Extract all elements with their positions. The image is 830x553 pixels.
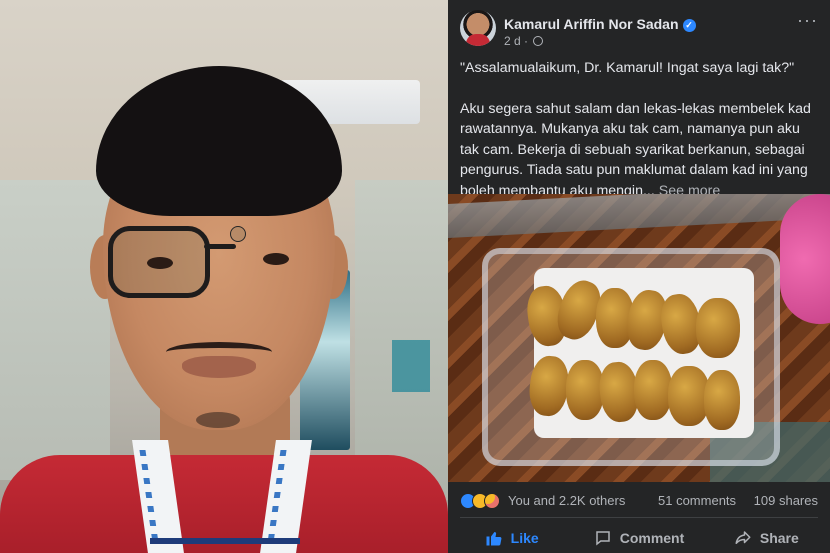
share-label: Share [759, 529, 799, 546]
post-paragraph-text: Aku segera sahut salam dan lekas-lekas m… [460, 100, 811, 199]
avatar[interactable] [460, 10, 496, 46]
post-panel: Kamarul Ariffin Nor Sadan ✓ 2 d · ··· "As… [448, 0, 830, 553]
care-reaction-icon [484, 493, 500, 509]
lanyard-strip [150, 538, 300, 544]
image-plate [780, 194, 830, 324]
background-sign [392, 340, 430, 392]
profile-photo[interactable] [0, 0, 448, 553]
post-stats: You and 2.2K others 51 comments 109 shar… [460, 492, 818, 512]
verified-badge-icon: ✓ [682, 19, 696, 32]
share-icon [735, 530, 751, 544]
action-bar: Like Comment Share [448, 522, 830, 553]
background-wall [0, 180, 110, 480]
shares-count[interactable]: 109 shares [754, 493, 818, 508]
reaction-icons[interactable] [460, 493, 500, 509]
person-glasses [108, 226, 332, 298]
author-name-row: Kamarul Ariffin Nor Sadan ✓ [504, 16, 696, 32]
reactions-count[interactable]: You and 2.2K others [508, 493, 625, 508]
image-cloth [448, 194, 830, 239]
post-paragraph: Aku segera sahut salam dan lekas-lekas m… [460, 99, 820, 202]
stats-right: 51 comments 109 shares [644, 493, 818, 508]
more-options-icon[interactable]: ··· [797, 10, 818, 31]
like-label: Like [510, 529, 539, 546]
person-beard [196, 412, 240, 428]
food-patty [696, 298, 740, 358]
post-header: Kamarul Ariffin Nor Sadan ✓ 2 d · ··· [460, 10, 818, 50]
thumbs-up-icon [486, 531, 502, 545]
comment-icon [595, 530, 610, 546]
globe-icon[interactable] [533, 36, 544, 46]
post-paragraph: "Assalamualaikum, Dr. Kamarul! Ingat say… [460, 60, 795, 76]
comment-button[interactable]: Comment [575, 522, 702, 553]
like-button[interactable]: Like [448, 522, 575, 553]
author-name[interactable]: Kamarul Ariffin Nor Sadan [504, 16, 679, 32]
food-patty [566, 360, 604, 420]
food-patty [634, 360, 672, 420]
divider [460, 517, 818, 518]
comment-label: Comment [619, 529, 685, 546]
post-image[interactable] [448, 194, 830, 482]
post-meta: 2 d · [504, 34, 544, 48]
post-time[interactable]: 2 d · [504, 34, 528, 48]
person-mouth [182, 356, 256, 378]
share-button[interactable]: Share [703, 522, 830, 553]
food-patty [704, 370, 740, 430]
comments-count[interactable]: 51 comments [658, 493, 736, 508]
food-container [482, 248, 780, 466]
